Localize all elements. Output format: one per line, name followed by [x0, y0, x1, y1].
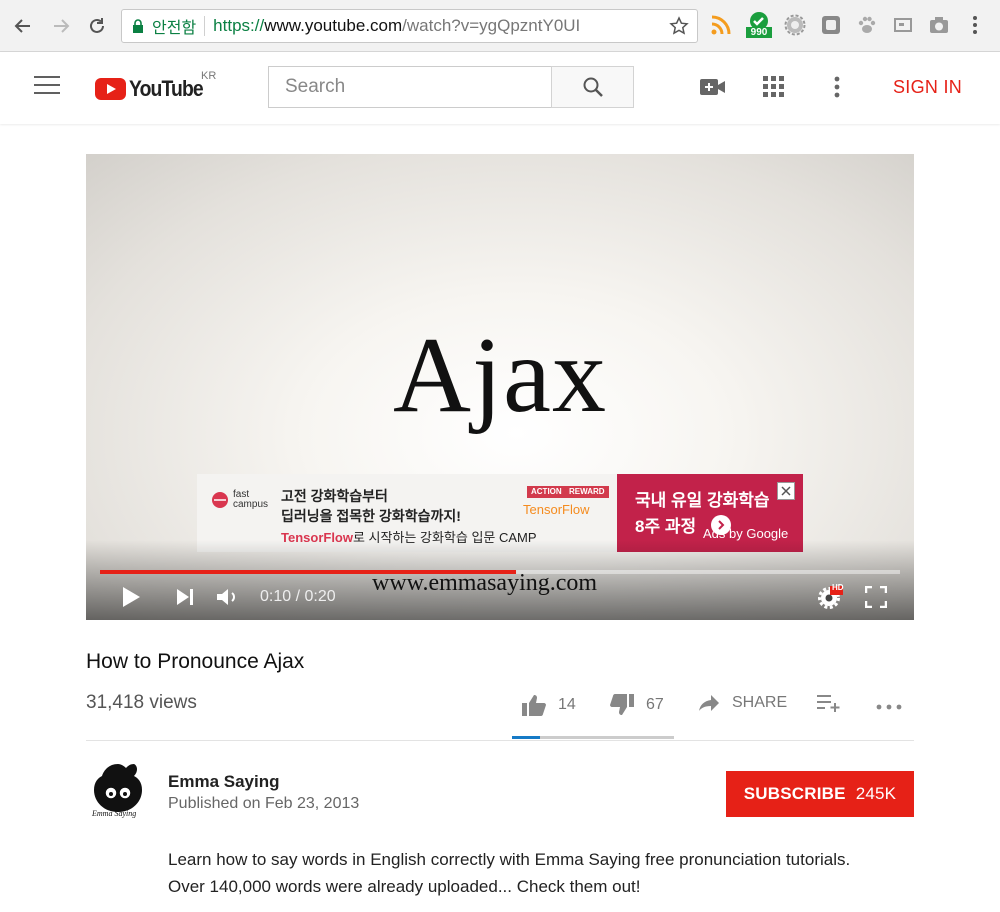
youtube-play-icon: [95, 78, 126, 100]
settings-button[interactable]: HD: [816, 583, 846, 610]
ad-headline-2: 딥러닝을 접목한 강화학습까지!: [281, 508, 461, 524]
volume-icon: [217, 589, 235, 605]
divider: [204, 16, 206, 36]
guide-menu-icon[interactable]: [34, 76, 60, 98]
youtube-logo[interactable]: YouTube KR: [95, 70, 216, 102]
fullscreen-icon: [865, 586, 887, 608]
description-line-2: Over 140,000 words were already uploaded…: [168, 877, 641, 896]
avatar-caption: Emma Saying: [92, 809, 137, 818]
thumbs-up-icon: [522, 695, 546, 716]
address-bar[interactable]: 안전함 https://www.youtube.com/watch?v=ygQp…: [121, 9, 698, 43]
dislike-count: 67: [646, 696, 664, 713]
fast-campus-text: fast campus: [233, 490, 268, 510]
search-button[interactable]: [551, 66, 634, 108]
paw-extension-icon[interactable]: [854, 12, 880, 38]
share-arrow-icon: [699, 695, 719, 711]
tensorflow-logo: TensorFlow: [523, 502, 590, 517]
description-line-1: Learn how to say words in English correc…: [168, 850, 851, 869]
lock-icon: [132, 17, 146, 35]
video-watermark: www.emmasaying.com: [372, 570, 598, 596]
search-icon: [583, 77, 603, 97]
add-to-playlist-button[interactable]: [817, 694, 841, 712]
browser-menu-icon[interactable]: [962, 12, 988, 38]
extension-badge: 990: [750, 27, 768, 38]
fullscreen-button[interactable]: [864, 584, 888, 610]
back-arrow-icon: [14, 19, 30, 33]
ad-close-icon[interactable]: [777, 482, 795, 500]
subscriber-count: 245K: [855, 784, 897, 803]
channel-name[interactable]: Emma Saying: [168, 772, 280, 792]
logo-text: YouTube: [129, 76, 204, 101]
video-description: Learn how to say words in English correc…: [168, 846, 928, 900]
like-count: 14: [558, 696, 576, 713]
share-label: SHARE: [732, 694, 788, 711]
more-actions-button[interactable]: [876, 704, 902, 710]
security-label: 안전함: [152, 20, 197, 37]
forward-button[interactable]: [48, 13, 74, 39]
sentiment-bar: [512, 736, 674, 739]
sign-in-button[interactable]: SIGN IN: [893, 77, 962, 98]
brand-line-2: campus: [233, 499, 269, 510]
channel-avatar[interactable]: Emma Saying: [88, 760, 148, 820]
subscribe-button[interactable]: SUBSCRIBE 245K: [726, 771, 914, 817]
rss-extension-icon[interactable]: [708, 12, 734, 38]
next-icon: [177, 589, 193, 605]
url-text: https://www.youtube.com/watch?v=ygQpzntY…: [213, 16, 580, 36]
screen-extension-icon[interactable]: [890, 12, 916, 38]
browser-toolbar: 안전함 https://www.youtube.com/watch?v=ygQp…: [0, 0, 1000, 52]
forward-arrow-icon: [54, 19, 70, 33]
more-horizontal-icon: [876, 704, 902, 710]
next-button[interactable]: [174, 584, 196, 610]
bookmark-star-icon[interactable]: [669, 16, 689, 41]
fast-campus-logo: fast campus: [211, 490, 268, 510]
play-button[interactable]: [120, 584, 142, 610]
reload-icon: [90, 18, 104, 33]
more-options-icon[interactable]: [824, 74, 850, 100]
back-button[interactable]: [10, 13, 36, 39]
subscribe-label: SUBSCRIBE: [743, 784, 846, 803]
volume-button[interactable]: [215, 584, 241, 610]
video-frame-word: Ajax: [393, 316, 607, 435]
url-path: /watch?v=ygQpzntY0UI: [402, 16, 581, 35]
settings-extension-icon[interactable]: [782, 12, 808, 38]
video-title: How to Pronounce Ajax: [86, 650, 305, 673]
upload-video-icon[interactable]: [700, 74, 726, 100]
fast-campus-icon: [212, 492, 228, 508]
ads-by-google: Ads by Google: [703, 526, 789, 541]
country-code: KR: [201, 70, 217, 82]
ad-tag-reward: REWARD: [565, 486, 609, 498]
search-input[interactable]: Search: [268, 66, 552, 108]
url-host: www.youtube.com: [264, 16, 403, 35]
divider: [86, 740, 914, 741]
url-scheme: https://: [213, 16, 265, 35]
ad-tag-action: ACTION: [527, 486, 566, 498]
youtube-header: YouTube KR Search SIGN IN: [0, 52, 1000, 124]
hd-badge: HD: [832, 583, 844, 592]
camera-extension-icon[interactable]: [926, 12, 952, 38]
reload-button[interactable]: [84, 13, 110, 39]
thumbs-down-icon: [610, 694, 634, 715]
view-count: 31,418 views: [86, 692, 197, 713]
publish-date: Published on Feb 23, 2013: [168, 795, 360, 812]
share-button[interactable]: SHARE: [698, 694, 787, 712]
ad-cta-line-2: 8주 과정: [635, 517, 697, 536]
playlist-add-icon: [817, 695, 840, 712]
ad-headline-1: 고전 강화학습부터: [281, 488, 388, 504]
sentiment-likes: [512, 736, 540, 739]
time-display: 0:10 / 0:20: [260, 588, 336, 605]
play-icon: [123, 587, 140, 607]
dislike-button[interactable]: 67: [610, 694, 664, 716]
ad-cta-line-1: 국내 유일 강화학습: [635, 491, 770, 510]
notes-extension-icon[interactable]: [818, 12, 844, 38]
apps-grid-icon[interactable]: [761, 74, 787, 100]
video-player[interactable]: Ajax fast campus 고전 강화학습부터 딥러닝을 접목한 강화학습…: [86, 154, 914, 620]
like-button[interactable]: 14: [522, 694, 576, 716]
checker-extension-icon[interactable]: 990: [744, 12, 774, 38]
